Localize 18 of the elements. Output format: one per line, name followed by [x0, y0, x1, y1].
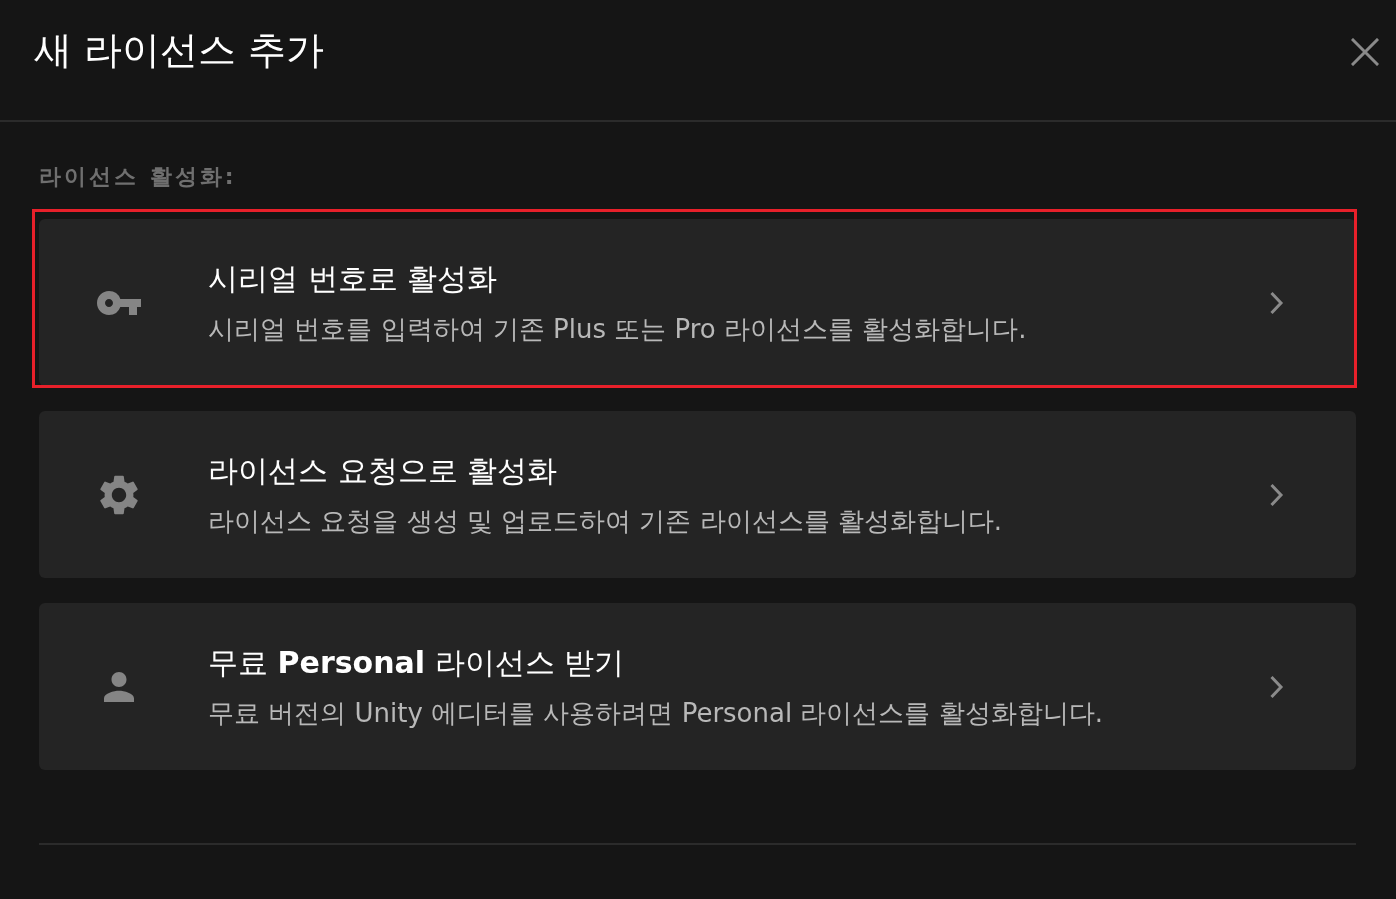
option-description: 무료 버전의 Unity 에디터를 사용하려면 Personal 라이선스를 활성화합니다.	[208, 696, 1103, 730]
key-icon	[97, 290, 141, 315]
license-option-card[interactable]: 무료 Personal 라이선스 받기 무료 버전의 Unity 에디터를 사용하려면 Personal 라이선스를 활성화합니다.	[39, 603, 1356, 770]
option-description: 라이선스 요청을 생성 및 업로드하여 기존 라이선스를 활성화합니다.	[208, 504, 1003, 538]
chevron-right-icon	[1268, 482, 1284, 507]
section-label: 라이선스 활성화:	[39, 163, 237, 191]
chevron-right-icon	[1268, 674, 1284, 699]
option-title: 무료 Personal 라이선스 받기	[208, 643, 625, 682]
gear-icon	[99, 474, 139, 515]
option-title: 시리얼 번호로 활성화	[208, 259, 498, 298]
close-icon	[1351, 38, 1379, 66]
dialog-title: 새 라이선스 추가	[34, 27, 325, 74]
option-title: 라이선스 요청으로 활성화	[208, 451, 558, 490]
person-icon	[104, 671, 134, 702]
license-option-card[interactable]: 라이선스 요청으로 활성화 라이선스 요청을 생성 및 업로드하여 기존 라이선스를 활성화합니다.	[39, 411, 1356, 578]
chevron-right-icon	[1268, 290, 1284, 315]
option-description: 시리얼 번호를 입력하여 기존 Plus 또는 Pro 라이선스를 활성화합니다.	[208, 312, 1027, 346]
close-button[interactable]	[1351, 38, 1379, 66]
